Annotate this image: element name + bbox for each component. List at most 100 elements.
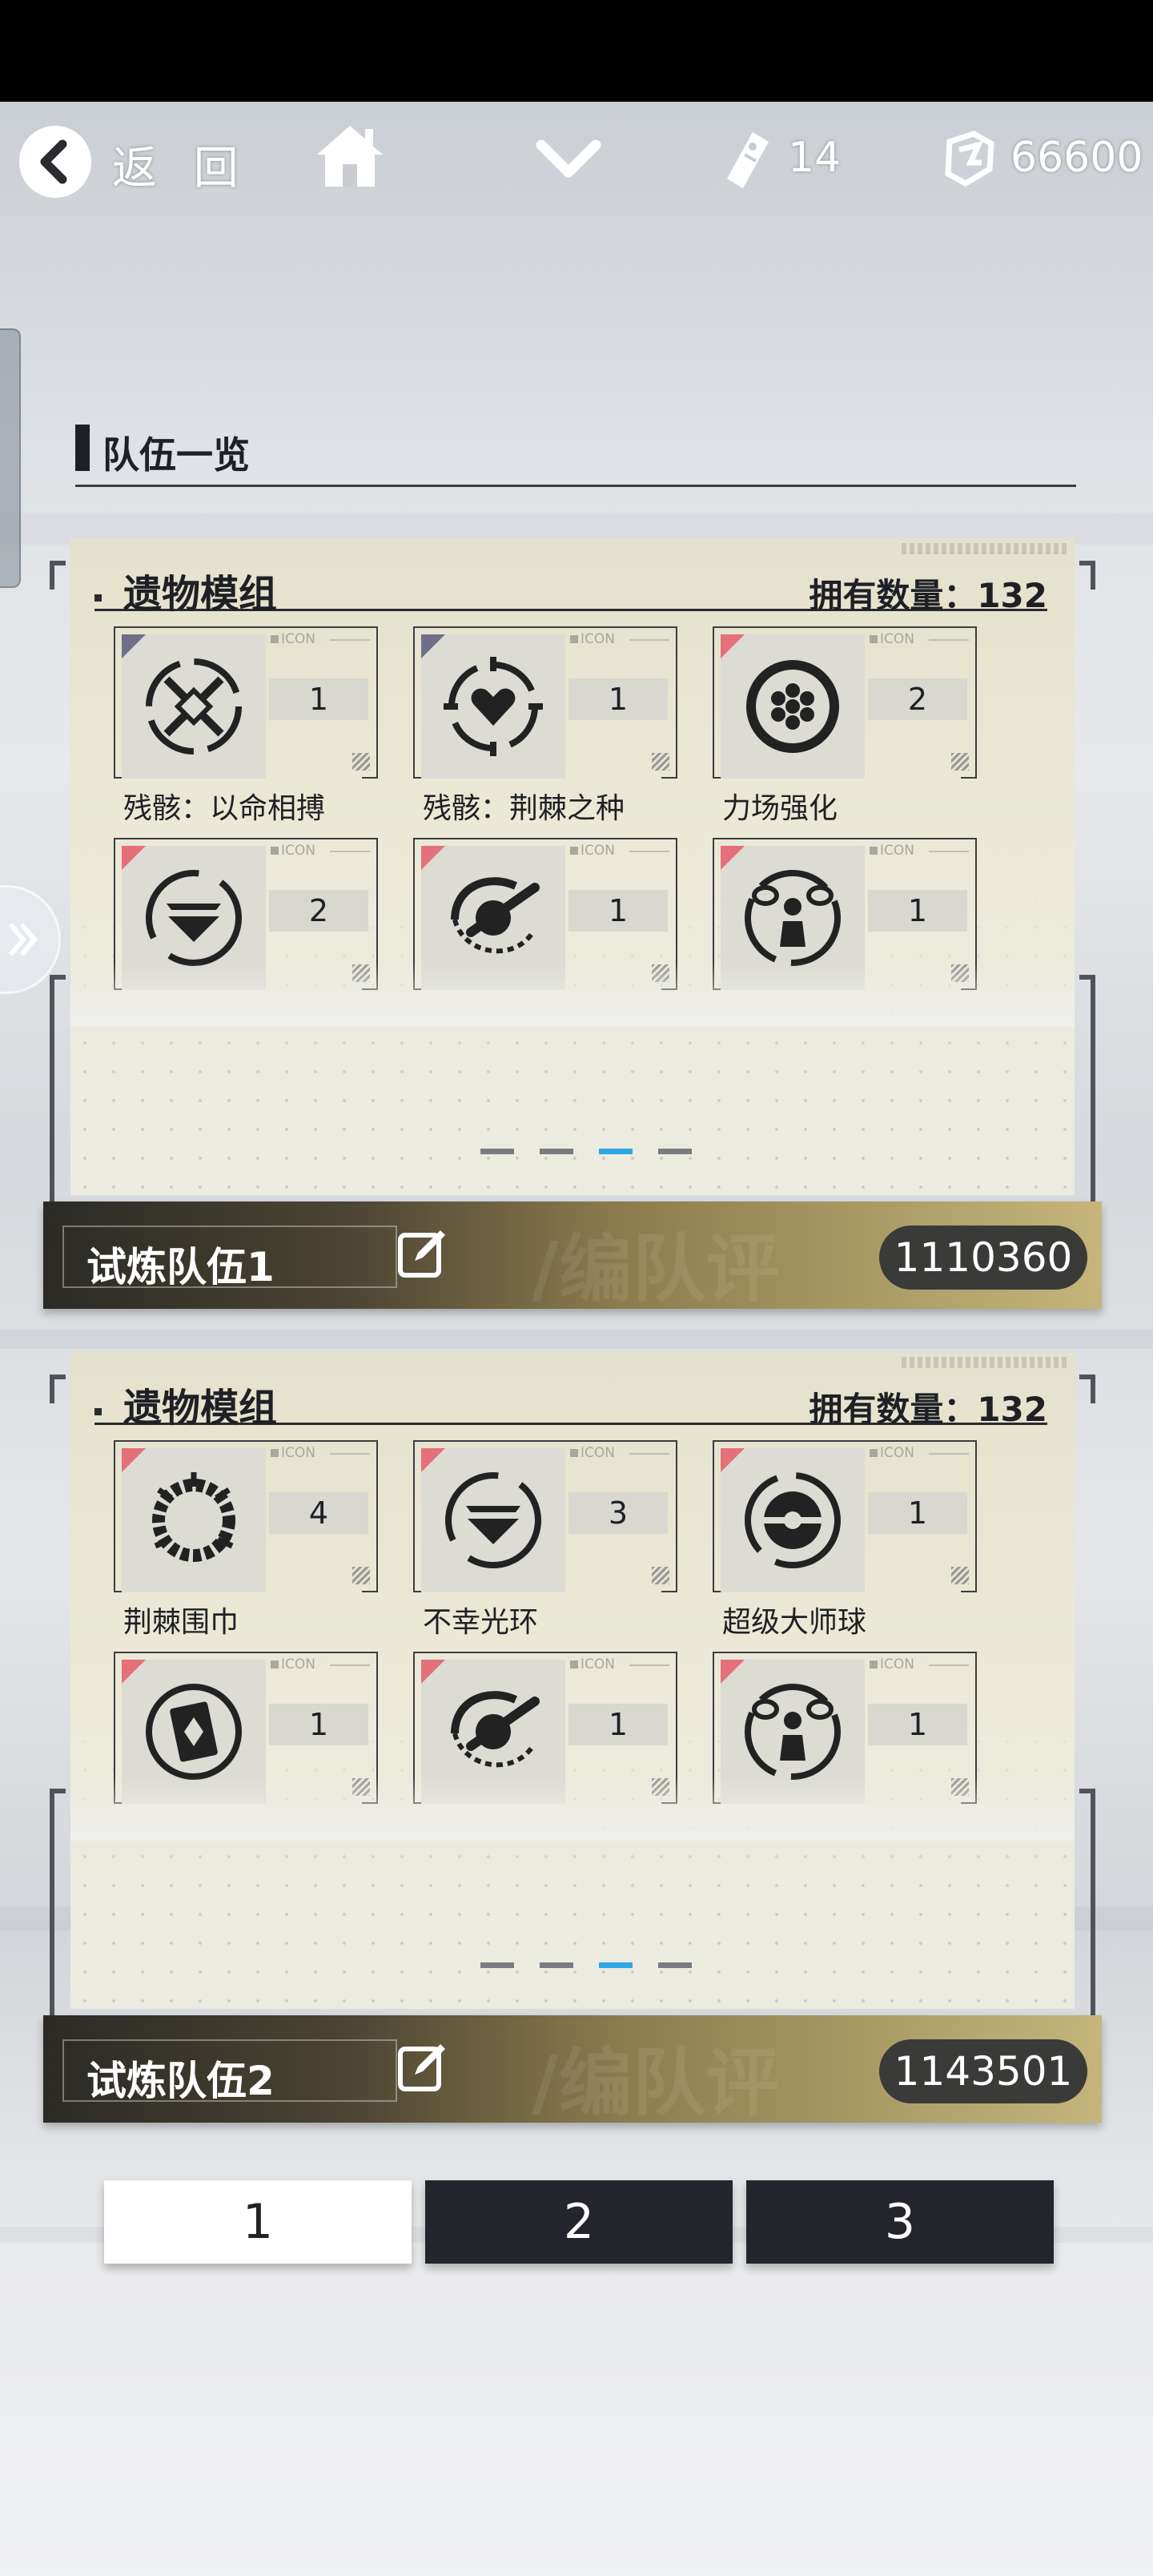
back-label[interactable]: 返 回: [112, 132, 250, 197]
relic-name: 超级大师球: [722, 1606, 867, 1639]
page-dot[interactable]: [658, 1149, 692, 1154]
page-button-3[interactable]: 3: [746, 2180, 1054, 2264]
team-bar: 试炼队伍2 /编队评 1143501: [43, 2015, 1102, 2126]
juggler-icon: [745, 870, 841, 966]
status-bar: [0, 0, 1153, 102]
relic-name: 力场强化: [722, 792, 838, 825]
relic-card[interactable]: ICON 2 力场强化: [713, 626, 977, 825]
codex-icon: [146, 1684, 242, 1780]
chevron-down-icon[interactable]: [535, 137, 602, 182]
relic-icon-box: [721, 634, 865, 779]
team-score: 1110360: [879, 1226, 1087, 1290]
module-title: 遗物模组: [123, 572, 278, 617]
page-dot[interactable]: [658, 1962, 692, 1968]
page-indicator: [480, 1962, 692, 1969]
rarity-corner: [421, 1660, 445, 1684]
relic-card[interactable]: ICON 1 残骸：荆棘之种: [413, 626, 677, 825]
relic-name: 残骸：以命相搏: [123, 792, 326, 825]
relic-name: 不幸光环: [423, 1606, 539, 1639]
relic-card[interactable]: ICON 1 残骸：以命相搏: [114, 626, 378, 825]
relic-count: 4: [269, 1492, 368, 1534]
icon-tag: ICON: [271, 843, 315, 859]
decor-stripes: [902, 1357, 1070, 1368]
side-drawer-tab[interactable]: [0, 328, 21, 588]
crossed-swords-icon: [146, 658, 242, 755]
page-dot[interactable]: [540, 1962, 573, 1968]
rarity-corner: [122, 1660, 146, 1684]
team-bar: 试炼队伍1 /编队评 1110360: [43, 1201, 1102, 1312]
scalpel-slash-icon: [451, 877, 540, 954]
rarity-corner: [122, 634, 146, 658]
page-dot[interactable]: [599, 1962, 633, 1968]
relic-icon-box: [721, 1448, 865, 1592]
master-ball-icon: [745, 1472, 841, 1568]
team-card-2: 遗物模组 拥有数量：132 ICON 4 荆棘围巾 ICON 3 不幸光环 ICON 1 超级大…: [43, 1352, 1102, 2126]
relic-count: 1: [868, 890, 967, 932]
page-dot[interactable]: [480, 1962, 514, 1968]
owned-count: 拥有数量：132: [809, 1390, 1047, 1429]
icon-tag: ICON: [870, 843, 914, 859]
relic-count: 1: [868, 1704, 967, 1745]
hex-shield-icon: [746, 660, 839, 753]
relic-module-header: 遗物模组 拥有数量：132: [94, 562, 1047, 617]
icon-tag: ICON: [271, 1656, 315, 1672]
icon-tag: ICON: [271, 631, 315, 647]
rarity-corner: [721, 634, 745, 658]
relic-card[interactable]: ICON 1 超级大师球: [713, 1440, 977, 1639]
relic-count: 3: [568, 1492, 668, 1534]
page-dot[interactable]: [599, 1149, 633, 1154]
relic-panel: 遗物模组 拥有数量：132 ICON 1 残骸：以命相搏 ICON 1 残骸：荆棘之种 IC…: [70, 538, 1075, 1195]
page-dot[interactable]: [480, 1149, 514, 1154]
double-chevron-right-icon: [8, 923, 38, 956]
relic-count: 1: [568, 1704, 668, 1745]
page-indicator: [480, 1149, 692, 1155]
icon-tag: ICON: [870, 631, 914, 647]
heart-crosshair-icon: [444, 657, 543, 756]
back-button[interactable]: [19, 126, 91, 198]
rarity-corner: [122, 846, 146, 870]
page-button-2[interactable]: 2: [425, 2180, 733, 2264]
relic-name: 荆棘围巾: [123, 1606, 239, 1639]
home-icon[interactable]: [314, 123, 386, 190]
relic-card[interactable]: ICON 4 荆棘围巾: [114, 1440, 378, 1639]
decor-stripes: [902, 543, 1070, 554]
ticket-icon: [727, 132, 769, 188]
relic-icon-box: [122, 634, 266, 779]
team-name-box: 试炼队伍1: [62, 1226, 397, 1290]
top-hud: 返 回 14 66600: [0, 102, 1153, 214]
juggler-icon: [745, 1684, 841, 1780]
icon-tag: ICON: [570, 843, 615, 859]
icon-tag: ICON: [570, 1656, 615, 1672]
layered-chevron-icon: [445, 1472, 541, 1568]
icon-tag: ICON: [271, 1445, 315, 1461]
team-name: 试炼队伍2: [86, 2058, 275, 2104]
icon-tag: ICON: [870, 1445, 914, 1461]
relic-module-header: 遗物模组 拥有数量：132: [94, 1376, 1047, 1431]
page-button-1[interactable]: 1: [104, 2180, 412, 2264]
relic-card[interactable]: ICON 3 不幸光环: [413, 1440, 677, 1639]
icon-tag: ICON: [870, 1656, 914, 1672]
edit-icon[interactable]: [396, 1227, 448, 1280]
relic-count: 1: [868, 1492, 967, 1534]
module-title: 遗物模组: [123, 1386, 278, 1431]
scalpel-slash-icon: [451, 1691, 540, 1768]
relic-icon-box: [421, 634, 565, 779]
ticket-count: 14: [788, 134, 842, 182]
owned-count: 拥有数量：132: [809, 576, 1047, 615]
relic-icon-box: [122, 1448, 266, 1592]
rarity-corner: [721, 1660, 745, 1684]
currency-count: 66600: [1010, 134, 1143, 182]
relic-count: 1: [269, 1704, 368, 1745]
team-watermark: /编队评: [532, 1226, 780, 1312]
relic-icon-box: [421, 1448, 565, 1592]
relic-count: 1: [568, 678, 668, 720]
section-title: 队伍一览: [102, 433, 250, 477]
relic-count: 1: [568, 890, 668, 932]
team-name: 试炼队伍1: [86, 1244, 275, 1290]
thorn-wreath-icon: [152, 1472, 235, 1562]
relic-grid: ICON1残骸：以命相搏ICON1残骸：荆棘之种ICON2力场强化ICON2不幸…: [70, 626, 1075, 1003]
relic-count: 2: [269, 890, 368, 932]
edit-icon[interactable]: [396, 2041, 448, 2094]
page-dot[interactable]: [540, 1149, 573, 1154]
rarity-corner: [721, 1448, 745, 1472]
